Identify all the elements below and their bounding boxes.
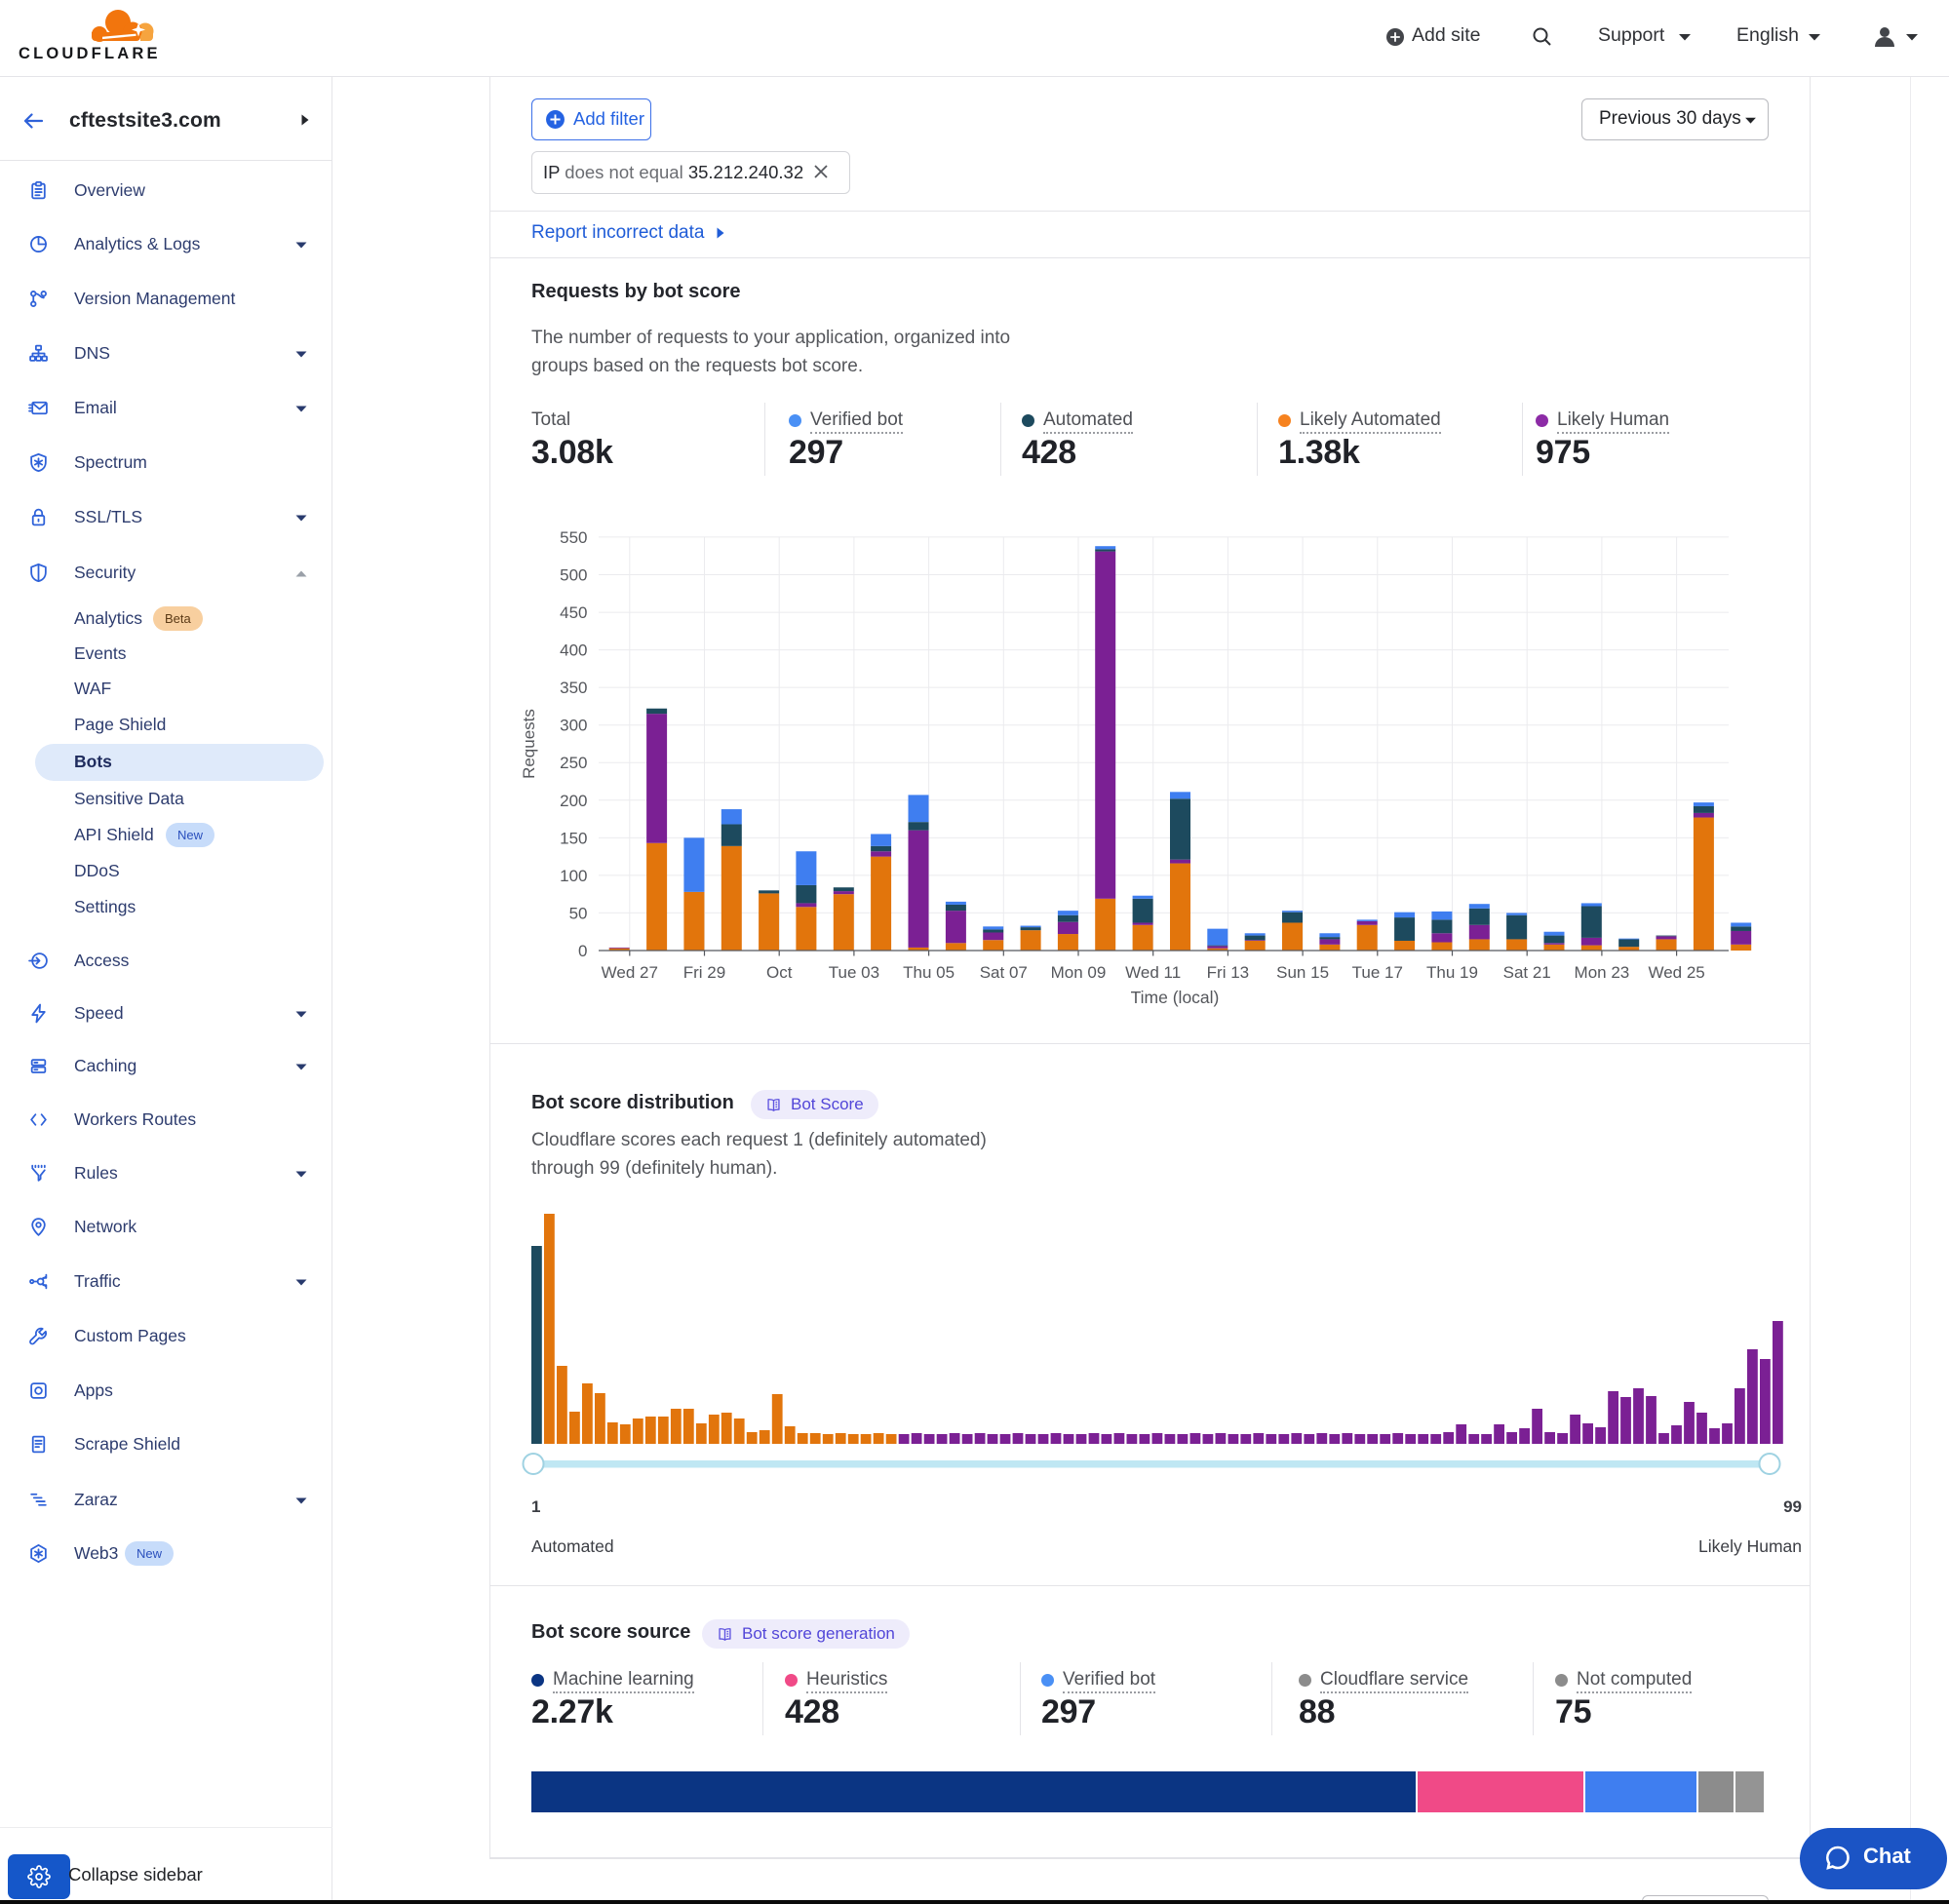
svg-text:Requests: Requests (520, 709, 538, 779)
svg-text:99: 99 (1783, 1497, 1802, 1516)
svg-text:Wed 27: Wed 27 (602, 963, 658, 982)
svg-text:Wed 11: Wed 11 (1125, 963, 1181, 982)
svg-text:Likely Human: Likely Human (1698, 1536, 1802, 1556)
svg-text:250: 250 (560, 754, 587, 772)
svg-text:100: 100 (560, 867, 587, 885)
svg-text:450: 450 (560, 603, 587, 622)
svg-text:1: 1 (531, 1497, 540, 1516)
svg-text:150: 150 (560, 829, 587, 847)
svg-text:500: 500 (560, 566, 587, 585)
svg-text:Thu 19: Thu 19 (1426, 963, 1478, 982)
svg-text:Tue 17: Tue 17 (1352, 963, 1403, 982)
svg-text:Wed 25: Wed 25 (1648, 963, 1704, 982)
svg-text:350: 350 (560, 679, 587, 697)
svg-text:Mon 23: Mon 23 (1575, 963, 1630, 982)
svg-text:Sat 07: Sat 07 (980, 963, 1028, 982)
svg-text:Fri 29: Fri 29 (683, 963, 725, 982)
svg-text:400: 400 (560, 641, 587, 660)
svg-text:Automated: Automated (531, 1536, 614, 1556)
svg-text:Tue 03: Tue 03 (829, 963, 879, 982)
svg-text:Oct: Oct (766, 963, 793, 982)
svg-text:Time (local): Time (local) (1131, 988, 1220, 1007)
svg-text:550: 550 (560, 528, 587, 547)
svg-text:50: 50 (569, 904, 588, 922)
svg-text:Mon 09: Mon 09 (1051, 963, 1107, 982)
svg-text:200: 200 (560, 792, 587, 810)
svg-text:Sat 21: Sat 21 (1503, 963, 1551, 982)
svg-text:300: 300 (560, 717, 587, 735)
svg-text:Fri 13: Fri 13 (1207, 963, 1249, 982)
svg-text:Sun 15: Sun 15 (1276, 963, 1329, 982)
svg-text:0: 0 (578, 942, 587, 960)
svg-text:Thu 05: Thu 05 (903, 963, 955, 982)
